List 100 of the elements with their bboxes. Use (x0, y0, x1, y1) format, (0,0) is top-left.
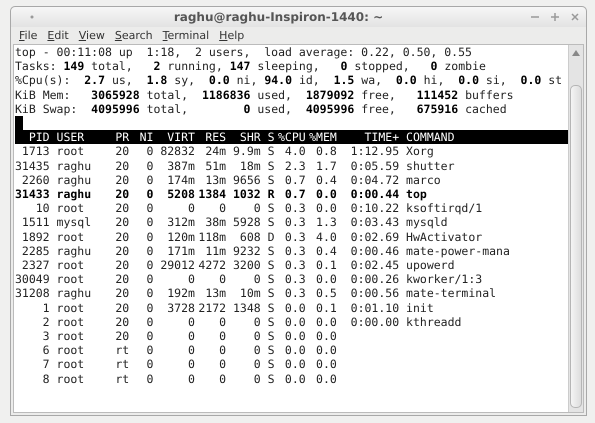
table-cell-text: 0.0 (315, 201, 337, 216)
table-cell-text: 0 (218, 357, 226, 372)
table-cell-text: 0 (187, 372, 195, 386)
table-cell-text: 0 (252, 314, 261, 330)
table-cell-text: mate-terminal (405, 286, 498, 301)
table-cell-text: 20 (114, 244, 130, 258)
table-cell-text: S (266, 201, 275, 216)
table-cell-text: 0 (187, 201, 195, 216)
table-cell-text: 2327 (20, 258, 50, 272)
table-cell-text: 0.3 (284, 258, 306, 272)
table-cell-text: 0 (218, 372, 226, 386)
table-cell-text: 0 (145, 272, 154, 286)
summary-line: Tasks: 149 total, 2 running, 147 sleeping, 0 stopped, 0 zombie (15, 59, 487, 74)
table-cell-text: 387m (166, 158, 195, 173)
column-header: %CPU (276, 130, 306, 144)
table-cell-text: 312m (166, 215, 195, 230)
table-cell-text: Xorg (405, 144, 435, 159)
table-cell-text: root (56, 372, 86, 386)
table-cell-text: 20 (114, 144, 130, 159)
table-cell-text: 0 (145, 329, 154, 344)
menu-item[interactable]: Help (215, 28, 248, 43)
table-cell-text: 4.0 (315, 230, 337, 244)
table-cell-text: 1384 (197, 187, 226, 202)
table-cell: 31433 (15, 187, 50, 202)
table-cell-text: 1:12.95 (350, 144, 400, 159)
table-cell-text: S (266, 286, 275, 301)
summary-line: KiB Swap: 4095996 total, 0 used, 4095996 free, 675916 cached (15, 102, 508, 116)
table-cell-text: 0 (145, 244, 154, 258)
table-cell-text: 0.0 (284, 300, 306, 315)
table-cell-text: 1348 (232, 300, 261, 315)
table-cell-text: mysqld (405, 215, 449, 230)
table-cell-text: init (405, 300, 435, 315)
table-cell-text: 0 (145, 314, 154, 330)
table-cell-text: 20 (114, 158, 130, 173)
table-cell-text: 1032 (232, 187, 261, 202)
table-cell-text: 20 (114, 329, 130, 344)
table-cell-text: 0.0 (315, 329, 337, 344)
table-cell-text: rt (114, 343, 130, 358)
table-cell-text: ksoftirqd/1 (405, 201, 484, 216)
table-cell-text: 0.0 (284, 314, 306, 330)
table-cell-text: 5928 (232, 215, 261, 230)
table-cell-text: 0 (218, 329, 226, 344)
menu-item[interactable]: Terminal (158, 28, 214, 43)
table-cell-text: 0.4 (315, 172, 337, 188)
table-cell-text: S (266, 172, 275, 188)
table-cell-text: 20 (114, 187, 130, 202)
table-cell-text: 0:03.43 (350, 215, 400, 230)
menu-item[interactable]: View (74, 28, 109, 43)
table-cell-text: root (56, 201, 86, 216)
table-cell-text: 1511 (20, 215, 50, 230)
table-cell-text: mate-power-mana (405, 244, 511, 258)
table-cell-text: 0 (145, 372, 154, 386)
table-cell-text: rt (114, 372, 130, 386)
column-header: RES (204, 130, 226, 144)
table-cell-text: 0:00.44 (350, 187, 400, 202)
table-cell-text: 0 (145, 258, 154, 272)
table-cell-text: 38m (204, 215, 226, 230)
table-cell-text: 0 (252, 201, 261, 216)
table-cell-text: S (266, 258, 275, 272)
table-cell-text: 5208 (166, 187, 195, 202)
table-cell-text: 0:02.45 (350, 258, 400, 272)
table-cell-text: 0.3 (284, 244, 306, 258)
table-cell-text: 0.0 (284, 343, 306, 358)
table-cell-text: 9.9m (232, 144, 261, 159)
menu-item[interactable]: Edit (43, 28, 73, 43)
table-cell-text: 118m (197, 230, 226, 244)
table-cell-text: 10 (34, 201, 50, 216)
table-cell-text: S (266, 215, 275, 230)
table-cell-text: 0.5 (315, 286, 337, 301)
column-header: %MEM (308, 130, 337, 144)
table-cell-text: 608 (238, 230, 261, 244)
table-cell-text: 0 (218, 201, 226, 216)
table-cell-text: 20 (114, 300, 130, 315)
table-cell-text: 0.3 (284, 286, 306, 301)
table-cell-text: S (266, 300, 275, 315)
table-cell-text: 0 (187, 272, 195, 286)
table-cell-text: raghu (56, 172, 92, 188)
table-cell-text: 0:00.26 (350, 272, 400, 286)
table-cell-text: S (266, 357, 275, 372)
table-cell-text: 0 (187, 329, 195, 344)
table-cell-text: 192m (166, 286, 195, 301)
table-cell-text: 0:05.59 (350, 158, 400, 173)
table-cell-text: S (266, 372, 275, 386)
table-cell-text: 0:00.00 (350, 314, 400, 330)
table-cell-text: S (266, 343, 275, 358)
table-cell-text: 0.3 (284, 230, 306, 244)
table-cell-text: 1 (42, 300, 50, 315)
table-cell-text: 20 (114, 215, 130, 230)
table-cell-text: 0 (145, 201, 154, 216)
table-cell-text: 0:00.56 (350, 286, 400, 301)
table-cell-text: 0 (218, 343, 226, 358)
table-cell-text: top (405, 187, 428, 202)
table-cell-text: 0 (187, 343, 195, 358)
table-cell-text: 0.0 (284, 372, 306, 386)
menu-item[interactable]: File (15, 28, 42, 43)
menu-item[interactable]: Search (110, 28, 157, 43)
table-cell-text: 0:04.72 (350, 172, 400, 188)
table-cell-text: 2.3 (284, 158, 306, 173)
table-cell-text: 20 (114, 201, 130, 216)
table-cell-text: 0.0 (315, 357, 337, 372)
